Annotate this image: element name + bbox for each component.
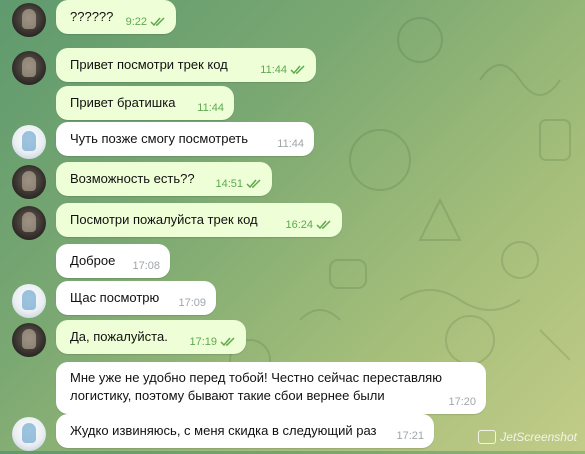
message-meta: 17:20 (448, 396, 476, 408)
message-text: ?????? (70, 9, 114, 24)
watermark-text: JetScreenshot (500, 430, 577, 444)
message-bubble-outgoing[interactable]: Посмотри пожалуйста трек код 16:24 (56, 203, 342, 237)
message-meta: 16:24 (285, 219, 332, 231)
message-row: Возможность есть?? 14:51 (0, 162, 585, 202)
double-check-icon (316, 220, 331, 230)
avatar[interactable] (12, 51, 46, 85)
message-bubble-outgoing[interactable]: ?????? 9:22 (56, 0, 176, 34)
message-text: Доброе (70, 253, 116, 268)
camera-icon (478, 430, 497, 444)
message-meta: 11:44 (277, 138, 304, 150)
message-time: 17:20 (448, 396, 476, 408)
message-row: ?????? 9:22 (0, 0, 585, 40)
message-time: 14:51 (215, 178, 243, 190)
message-bubble-incoming[interactable]: Щас посмотрю 17:09 (56, 281, 216, 315)
message-text: Привет посмотри трек код (70, 57, 228, 72)
message-bubble-incoming[interactable]: Доброе 17:08 (56, 244, 170, 278)
message-row: Привет братишка 11:44 (0, 86, 585, 126)
message-meta: 9:22 (126, 16, 166, 28)
avatar[interactable] (12, 284, 46, 318)
avatar[interactable] (12, 3, 46, 37)
message-time: 16:24 (285, 219, 313, 231)
message-row: Чуть позже смогу посмотреть 11:44 (0, 122, 585, 162)
message-meta: 17:08 (132, 260, 160, 272)
message-time: 11:44 (277, 138, 304, 150)
message-bubble-outgoing[interactable]: Да, пожалуйста. 17:19 (56, 320, 246, 354)
message-time: 17:09 (178, 297, 206, 309)
message-row: Доброе 17:08 (0, 244, 585, 284)
avatar-figure (22, 131, 36, 151)
message-time: 11:44 (197, 102, 224, 114)
avatar[interactable] (12, 165, 46, 199)
avatar[interactable] (12, 125, 46, 159)
message-time: 17:21 (396, 430, 424, 442)
avatar-figure (22, 329, 36, 349)
double-check-icon (246, 179, 261, 189)
avatar-figure (22, 290, 36, 310)
message-row: Привет посмотри трек код 11:44 (0, 48, 585, 88)
message-time: 17:08 (132, 260, 160, 272)
message-time: 11:44 (260, 64, 287, 76)
message-bubble-outgoing[interactable]: Возможность есть?? 14:51 (56, 162, 272, 196)
message-text: Мне уже не удобно перед тобой! Честно се… (70, 370, 442, 403)
double-check-icon (150, 17, 165, 27)
message-row: Да, пожалуйста. 17:19 (0, 320, 585, 360)
message-meta: 11:44 (197, 102, 224, 114)
message-meta: 17:21 (396, 430, 424, 442)
message-time: 9:22 (125, 16, 147, 28)
double-check-icon (220, 337, 235, 347)
avatar-figure (22, 423, 36, 443)
message-bubble-incoming[interactable]: Чуть позже смогу посмотреть 11:44 (56, 122, 314, 156)
double-check-icon (290, 65, 305, 75)
message-text: Чуть позже смогу посмотреть (70, 131, 249, 146)
message-row: Посмотри пожалуйста трек код 16:24 (0, 203, 585, 243)
jetscreenshot-watermark: JetScreenshot (478, 430, 577, 444)
message-text: Привет братишка (70, 95, 176, 110)
avatar-figure (22, 171, 36, 191)
message-text: Жудко извиняюсь, с меня скидка в следующ… (70, 423, 377, 438)
message-meta: 11:44 (260, 64, 306, 76)
avatar[interactable] (12, 323, 46, 357)
avatar-figure (22, 212, 36, 232)
avatar[interactable] (12, 417, 46, 451)
message-text: Посмотри пожалуйста трек код (70, 212, 258, 227)
message-text: Возможность есть?? (70, 171, 195, 186)
message-text: Да, пожалуйста. (70, 329, 168, 344)
avatar[interactable] (12, 206, 46, 240)
message-row: Щас посмотрю 17:09 (0, 281, 585, 321)
message-bubble-outgoing[interactable]: Привет братишка 11:44 (56, 86, 234, 120)
chat-message-list[interactable]: ?????? 9:22 Привет посмотри трек код 11:… (0, 0, 585, 451)
avatar-figure (22, 57, 36, 77)
message-meta: 17:19 (189, 336, 236, 348)
avatar-figure (22, 9, 36, 29)
message-bubble-incoming[interactable]: Мне уже не удобно перед тобой! Честно се… (56, 362, 486, 414)
message-text: Щас посмотрю (70, 290, 160, 305)
message-meta: 14:51 (215, 178, 262, 190)
message-time: 17:19 (189, 336, 217, 348)
message-meta: 17:09 (178, 297, 206, 309)
message-bubble-outgoing[interactable]: Привет посмотри трек код 11:44 (56, 48, 316, 82)
message-row: Мне уже не удобно перед тобой! Честно се… (0, 362, 585, 416)
message-bubble-incoming[interactable]: Жудко извиняюсь, с меня скидка в следующ… (56, 414, 434, 448)
